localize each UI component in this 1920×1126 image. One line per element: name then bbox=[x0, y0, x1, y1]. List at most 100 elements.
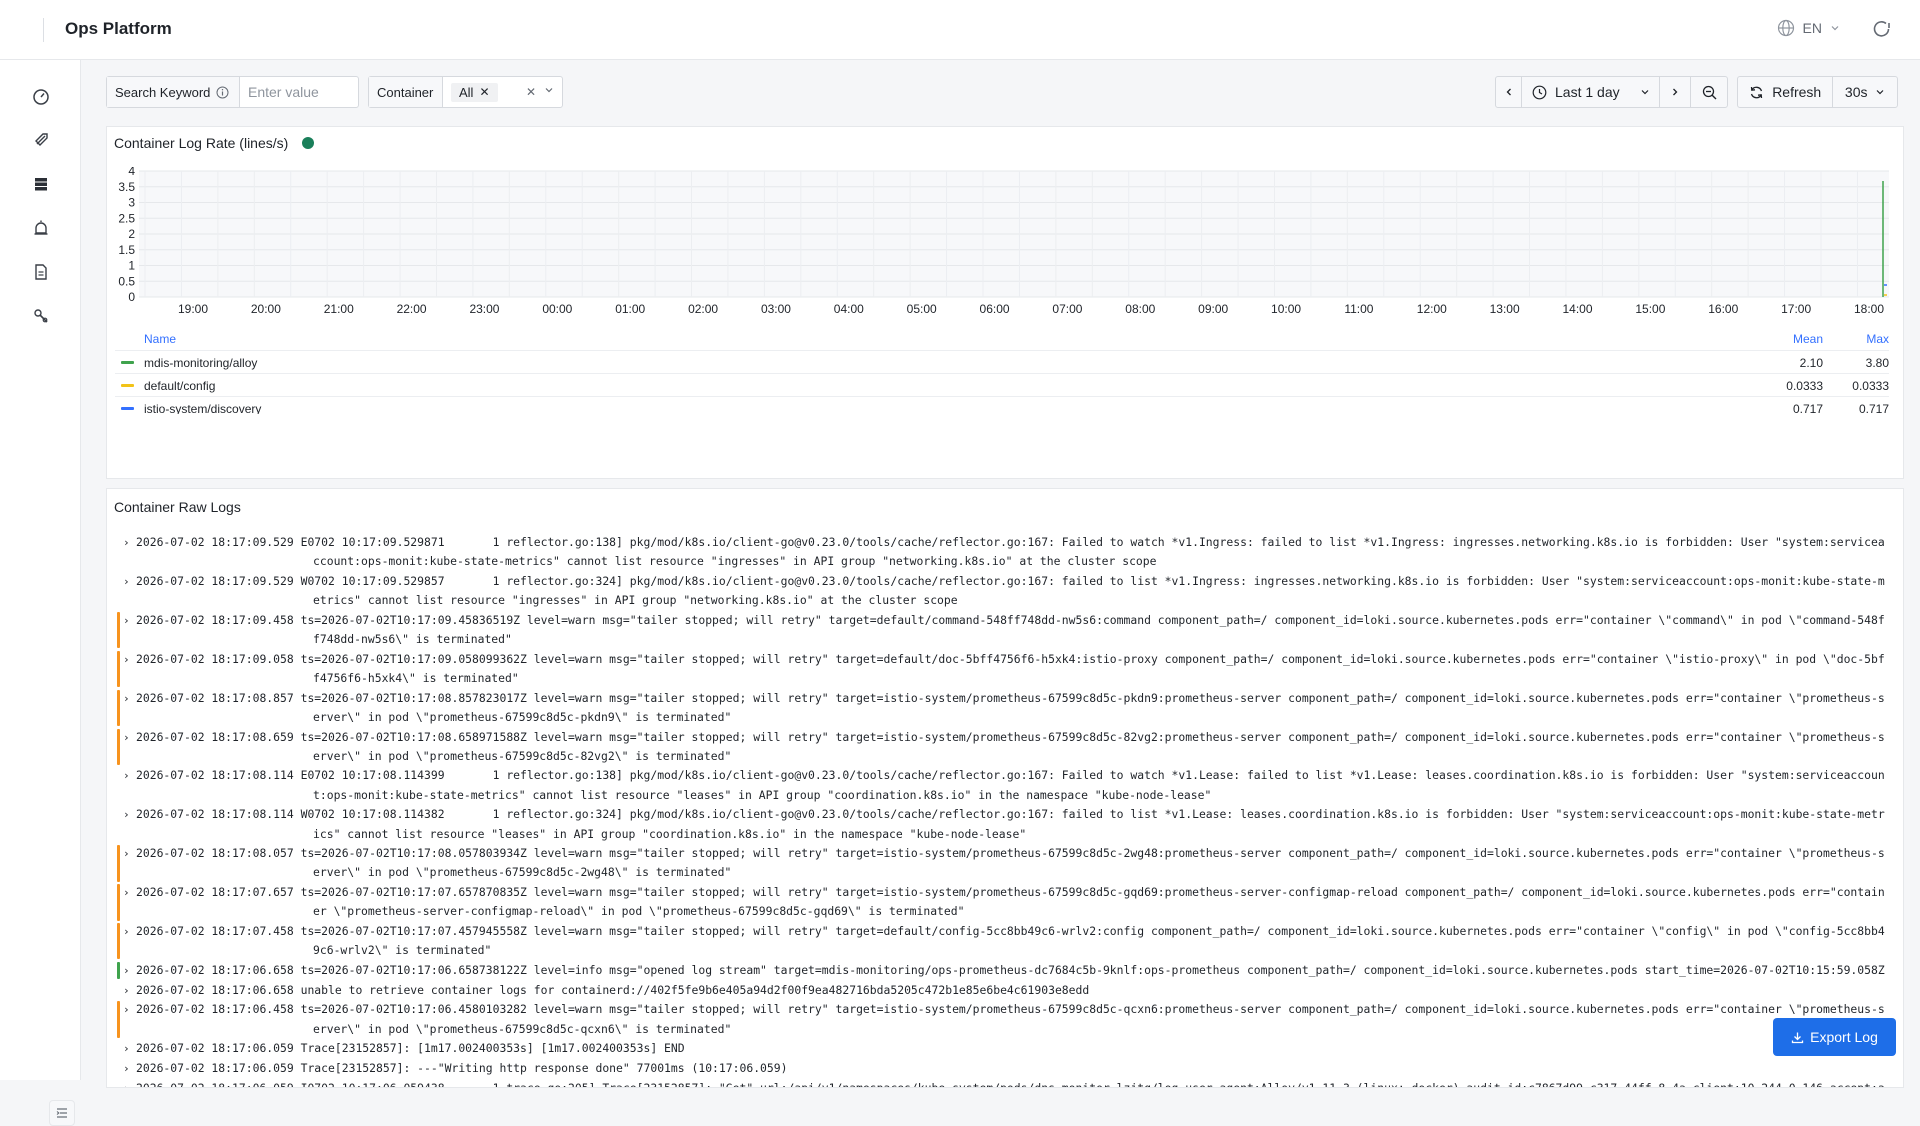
container-label: Container bbox=[369, 77, 443, 107]
log-text: 2026-07-02 18:17:09.058 ts=2026-07-02T10… bbox=[136, 651, 1885, 685]
search-input[interactable]: Enter value bbox=[240, 77, 358, 107]
container-select[interactable]: All ✕ ✕ bbox=[443, 77, 562, 107]
expand-chevron-icon[interactable]: › bbox=[123, 1039, 133, 1058]
tag-close-icon[interactable]: ✕ bbox=[479, 85, 489, 99]
legend-table: mdis-monitoring/alloy 2.10 3.80 default/… bbox=[107, 350, 1903, 414]
export-log-button[interactable]: Export Log bbox=[1773, 1018, 1896, 1056]
log-entry[interactable]: › 2026-07-02 18:17:08.659 ts=2026-07-02T1… bbox=[114, 728, 1896, 766]
legend-series-name: mdis-monitoring/alloy bbox=[144, 356, 258, 370]
legend-series-name: istio-system/discovery bbox=[144, 402, 262, 414]
time-next-button[interactable] bbox=[1660, 77, 1691, 107]
expand-chevron-icon[interactable]: › bbox=[123, 1000, 133, 1019]
sidebar-item-deploy[interactable] bbox=[30, 129, 52, 151]
y-tick-label: 0.5 bbox=[118, 274, 135, 288]
sidebar-item-settings[interactable] bbox=[30, 305, 52, 327]
top-bar: Ops Platform EN bbox=[0, 0, 1920, 60]
chevron-down-icon bbox=[1831, 26, 1839, 31]
logout-button[interactable] bbox=[1872, 19, 1892, 44]
legend-col-max[interactable]: Max bbox=[1866, 332, 1889, 346]
x-tick-label: 01:00 bbox=[615, 302, 645, 316]
expand-chevron-icon[interactable]: › bbox=[123, 805, 133, 824]
legend-col-mean[interactable]: Mean bbox=[1793, 332, 1823, 346]
expand-chevron-icon[interactable]: › bbox=[123, 883, 133, 902]
log-entry[interactable]: › 2026-07-02 18:17:07.458 ts=2026-07-02T1… bbox=[114, 922, 1896, 960]
expand-chevron-icon[interactable]: › bbox=[123, 1059, 133, 1078]
legend-swatch bbox=[121, 407, 134, 410]
list-indent-icon bbox=[56, 1108, 67, 1118]
sidebar-item-logs[interactable] bbox=[30, 173, 52, 195]
status-dot bbox=[302, 137, 315, 149]
log-entry[interactable]: › 2026-07-02 18:17:09.458 ts=2026-07-02T1… bbox=[114, 611, 1896, 649]
expand-chevron-icon[interactable]: › bbox=[123, 728, 133, 747]
log-entry[interactable]: › 2026-07-02 18:17:06.059 Trace[23152857]… bbox=[114, 1059, 1896, 1078]
log-entry[interactable]: › 2026-07-02 18:17:06.658 unable to retri… bbox=[114, 981, 1896, 1000]
chevron-right-icon bbox=[1673, 88, 1678, 96]
refresh-button[interactable]: Refresh bbox=[1738, 77, 1834, 107]
log-entry[interactable]: › 2026-07-02 18:17:08.114 E0702 10:17:08.… bbox=[114, 766, 1896, 804]
sidebar-collapse-button[interactable] bbox=[49, 1100, 75, 1126]
clear-icon[interactable]: ✕ bbox=[526, 85, 536, 99]
sidebar-item-documents[interactable] bbox=[30, 261, 52, 283]
sidebar-item-dashboard[interactable] bbox=[30, 85, 52, 107]
log-entry[interactable]: › 2026-07-02 18:17:06.458 ts=2026-07-02T1… bbox=[114, 1000, 1896, 1038]
log-text: 2026-07-02 18:17:09.458 ts=2026-07-02T10… bbox=[136, 612, 1885, 647]
info-icon[interactable] bbox=[216, 86, 229, 99]
raw-logs-panel: Container Raw Logs › 2026-07-02 18:17:09.… bbox=[106, 488, 1904, 1088]
legend-row[interactable]: mdis-monitoring/alloy 2.10 3.80 bbox=[115, 350, 1889, 373]
log-entry[interactable]: › 2026-07-02 18:17:08.857 ts=2026-07-02T1… bbox=[114, 689, 1896, 727]
log-entry[interactable]: › 2026-07-02 18:17:08.057 ts=2026-07-02T1… bbox=[114, 844, 1896, 882]
y-tick-label: 1 bbox=[128, 259, 135, 273]
main-content: Search Keyword Enter value Container All… bbox=[106, 60, 1904, 1088]
x-tick-label: 06:00 bbox=[980, 302, 1010, 316]
legend-col-name[interactable]: Name bbox=[144, 332, 176, 346]
log-entry[interactable]: › 2026-07-02 18:17:08.114 W0702 10:17:08.… bbox=[114, 805, 1896, 843]
expand-chevron-icon[interactable]: › bbox=[123, 650, 133, 669]
log-text: 2026-07-02 18:17:08.057 ts=2026-07-02T10… bbox=[136, 846, 1885, 880]
time-prev-button[interactable] bbox=[1496, 77, 1522, 107]
legend-mean-value: 0.0333 bbox=[1786, 379, 1823, 393]
expand-chevron-icon[interactable]: › bbox=[123, 981, 133, 1000]
x-tick-label: 04:00 bbox=[834, 302, 864, 316]
legend-row[interactable]: istio-system/discovery 0.717 0.717 bbox=[115, 396, 1889, 414]
log-entry[interactable]: › 2026-07-02 18:17:07.657 ts=2026-07-02T1… bbox=[114, 883, 1896, 921]
legend-mean-value: 2.10 bbox=[1799, 356, 1823, 370]
refresh-interval-select[interactable]: 30s bbox=[1833, 77, 1897, 107]
x-tick-label: 02:00 bbox=[688, 302, 718, 316]
chevron-down-icon bbox=[1877, 90, 1884, 95]
clock-icon bbox=[1532, 85, 1547, 99]
log-entry[interactable]: › 2026-07-02 18:17:09.058 ts=2026-07-02T1… bbox=[114, 650, 1896, 688]
language-switcher[interactable]: EN bbox=[1777, 19, 1840, 37]
legend-series-name: default/config bbox=[144, 379, 216, 393]
sidebar-item-alerts[interactable] bbox=[30, 217, 52, 239]
log-level-bar bbox=[117, 961, 120, 980]
zoom-out-button[interactable] bbox=[1691, 77, 1727, 107]
expand-chevron-icon[interactable]: › bbox=[123, 766, 133, 785]
log-rate-panel: Container Log Rate (lines/s) 0 0.5 1 1.5 2 2.… bbox=[106, 126, 1904, 479]
expand-chevron-icon[interactable]: › bbox=[123, 844, 133, 863]
expand-chevron-icon[interactable]: › bbox=[123, 922, 133, 941]
log-entry[interactable]: › 2026-07-02 18:17:09.529 W0702 10:17:09.… bbox=[114, 572, 1896, 610]
time-range-label: Last 1 day bbox=[1555, 84, 1620, 100]
log-entry[interactable]: › 2026-07-02 18:17:06.059 Trace[23152857]… bbox=[114, 1039, 1896, 1058]
x-tick-label: 05:00 bbox=[907, 302, 937, 316]
log-level-bar bbox=[117, 611, 120, 649]
document-icon bbox=[35, 264, 47, 280]
log-entry[interactable]: › 2026-07-02 18:17:06.658 ts=2026-07-02T1… bbox=[114, 961, 1896, 980]
time-range-select[interactable]: Last 1 day bbox=[1522, 77, 1660, 107]
x-tick-label: 18:00 bbox=[1854, 302, 1884, 316]
refresh-icon bbox=[1751, 86, 1763, 98]
legend-max-value: 3.80 bbox=[1865, 356, 1889, 370]
log-text: 2026-07-02 18:17:09.529 W0702 10:17:09.5… bbox=[136, 573, 1885, 608]
log-level-bar bbox=[117, 884, 120, 921]
search-keyword-label-box: Search Keyword bbox=[107, 77, 240, 107]
expand-chevron-icon[interactable]: › bbox=[123, 533, 133, 552]
legend-row[interactable]: default/config 0.0333 0.0333 bbox=[115, 373, 1889, 396]
alarm-icon bbox=[34, 220, 48, 235]
expand-chevron-icon[interactable]: › bbox=[123, 611, 133, 630]
container-filter: Container All ✕ ✕ bbox=[368, 76, 563, 108]
log-entry[interactable]: › 2026-07-02 18:17:09.529 E0702 10:17:09.… bbox=[114, 533, 1896, 571]
expand-chevron-icon[interactable]: › bbox=[123, 572, 133, 591]
expand-chevron-icon[interactable]: › bbox=[123, 961, 133, 980]
expand-chevron-icon[interactable]: › bbox=[123, 689, 133, 708]
log-text: 2026-07-02 18:17:08.114 E0702 10:17:08.1… bbox=[136, 768, 1885, 802]
